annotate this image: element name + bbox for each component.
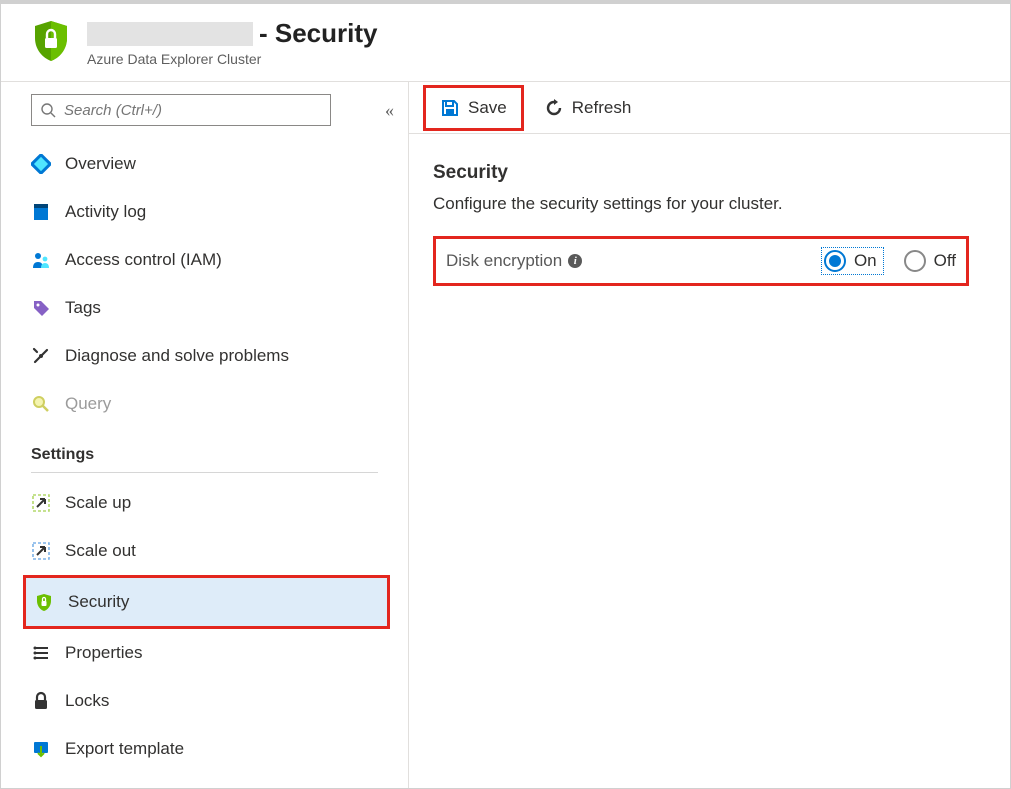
page-title: - Security	[259, 18, 378, 49]
sidebar-item-label: Scale up	[65, 493, 131, 513]
sidebar-item-label: Overview	[65, 154, 136, 174]
highlight-save: Save	[423, 85, 524, 131]
collapse-sidebar-icon[interactable]: «	[385, 100, 394, 121]
scale-up-icon	[31, 493, 51, 513]
sidebar-item-label: Scale out	[65, 541, 136, 561]
sidebar-item-locks[interactable]: Locks	[1, 677, 408, 725]
tags-icon	[31, 298, 51, 318]
toolbar: Save Refresh	[409, 82, 1010, 134]
diagnose-icon	[31, 346, 51, 366]
radio-off-label: Off	[934, 251, 956, 271]
search-input[interactable]	[31, 94, 331, 126]
sidebar-item-properties[interactable]: Properties	[1, 629, 408, 677]
sidebar-item-label: Diagnose and solve problems	[65, 346, 289, 366]
search-field[interactable]	[64, 102, 322, 119]
content: Security Configure the security settings…	[409, 134, 1010, 314]
shield-small-icon	[34, 592, 54, 612]
scale-out-icon	[31, 541, 51, 561]
nav-settings: Scale up Scale out Security	[1, 479, 408, 773]
radio-on[interactable]: On	[821, 247, 884, 275]
sidebar-item-label: Export template	[65, 739, 184, 759]
sidebar-item-query[interactable]: Query	[1, 380, 408, 428]
lock-icon	[31, 691, 51, 711]
sidebar-item-export-template[interactable]: Export template	[1, 725, 408, 773]
sidebar-item-tags[interactable]: Tags	[1, 284, 408, 332]
refresh-label: Refresh	[572, 98, 632, 118]
info-icon[interactable]: i	[568, 254, 582, 268]
sidebar-item-scale-out[interactable]: Scale out	[1, 527, 408, 575]
refresh-button[interactable]: Refresh	[534, 92, 642, 124]
sidebar-item-label: Properties	[65, 643, 142, 663]
cluster-name-redacted	[87, 22, 253, 46]
disk-encryption-radios: On Off	[821, 247, 956, 275]
settings-section-title: Settings	[1, 428, 408, 472]
sidebar-item-diagnose[interactable]: Diagnose and solve problems	[1, 332, 408, 380]
radio-circle-icon	[824, 250, 846, 272]
sidebar-item-label: Security	[68, 592, 129, 612]
activity-log-icon	[31, 202, 51, 222]
query-icon	[31, 394, 51, 414]
sidebar-item-access-control[interactable]: Access control (IAM)	[1, 236, 408, 284]
page-header: - Security Azure Data Explorer Cluster	[1, 4, 1010, 82]
radio-circle-icon	[904, 250, 926, 272]
save-label: Save	[468, 98, 507, 118]
disk-encryption-row: Disk encryption i On Off	[433, 236, 969, 286]
content-description: Configure the security settings for your…	[433, 194, 986, 214]
highlight-security: Security	[23, 575, 390, 629]
sidebar-item-overview[interactable]: Overview	[1, 140, 408, 188]
main-panel: Save Refresh Security Configure the secu…	[409, 82, 1010, 788]
radio-on-label: On	[854, 251, 877, 271]
sidebar-item-security[interactable]: Security	[26, 578, 387, 626]
divider	[31, 472, 378, 473]
sidebar: « Overview Activity log	[1, 82, 409, 788]
save-icon	[440, 98, 460, 118]
sidebar-item-label: Locks	[65, 691, 109, 711]
disk-encryption-label: Disk encryption	[446, 251, 562, 271]
content-heading: Security	[433, 162, 986, 184]
save-button[interactable]: Save	[430, 92, 517, 124]
export-template-icon	[31, 739, 51, 759]
refresh-icon	[544, 98, 564, 118]
overview-icon	[31, 154, 51, 174]
search-icon	[40, 102, 56, 118]
sidebar-item-scale-up[interactable]: Scale up	[1, 479, 408, 527]
properties-icon	[31, 643, 51, 663]
sidebar-item-label: Tags	[65, 298, 101, 318]
shield-icon	[29, 18, 73, 62]
radio-off[interactable]: Off	[904, 250, 956, 272]
page-subtitle: Azure Data Explorer Cluster	[87, 51, 378, 67]
sidebar-item-label: Access control (IAM)	[65, 250, 222, 270]
access-control-icon	[31, 250, 51, 270]
sidebar-item-activity-log[interactable]: Activity log	[1, 188, 408, 236]
sidebar-item-label: Query	[65, 394, 111, 414]
nav-general: Overview Activity log Access control (IA…	[1, 140, 408, 428]
sidebar-item-label: Activity log	[65, 202, 146, 222]
